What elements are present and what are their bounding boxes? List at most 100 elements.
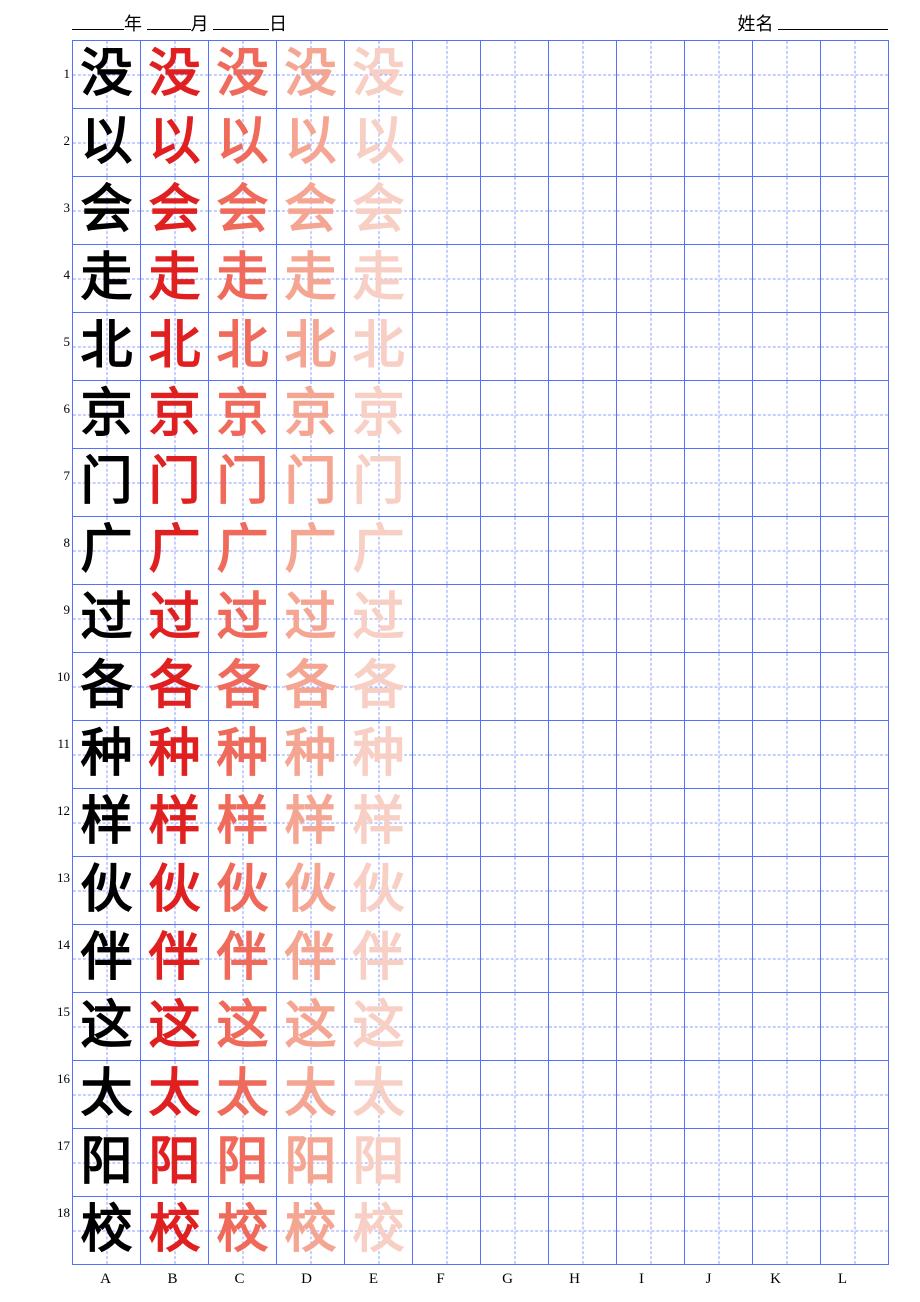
practice-cell[interactable] [617,449,685,517]
practice-cell[interactable] [413,721,481,789]
practice-cell[interactable] [549,721,617,789]
practice-cell[interactable] [549,789,617,857]
practice-cell[interactable] [481,245,549,313]
practice-cell[interactable] [413,1061,481,1129]
year-blank[interactable] [72,11,124,30]
practice-cell[interactable] [617,925,685,993]
practice-cell[interactable] [685,381,753,449]
practice-cell[interactable] [685,449,753,517]
practice-cell[interactable] [685,177,753,245]
practice-cell[interactable] [753,585,821,653]
practice-cell[interactable] [549,313,617,381]
practice-cell[interactable] [413,1197,481,1265]
practice-cell[interactable] [413,789,481,857]
practice-cell[interactable] [753,245,821,313]
practice-cell[interactable] [617,177,685,245]
practice-cell[interactable] [685,1061,753,1129]
practice-cell[interactable] [481,41,549,109]
practice-cell[interactable] [617,1129,685,1197]
practice-cell[interactable] [413,585,481,653]
practice-cell[interactable] [481,381,549,449]
practice-cell[interactable] [685,109,753,177]
practice-cell[interactable] [617,109,685,177]
practice-cell[interactable] [821,721,889,789]
practice-cell[interactable] [685,653,753,721]
practice-cell[interactable] [617,245,685,313]
practice-cell[interactable] [617,993,685,1061]
practice-cell[interactable] [685,789,753,857]
practice-cell[interactable] [413,245,481,313]
practice-cell[interactable] [549,585,617,653]
practice-cell[interactable] [753,109,821,177]
practice-cell[interactable] [413,993,481,1061]
practice-cell[interactable] [549,1061,617,1129]
practice-cell[interactable] [481,1129,549,1197]
practice-cell[interactable] [549,925,617,993]
practice-cell[interactable] [617,1197,685,1265]
practice-cell[interactable] [549,449,617,517]
practice-cell[interactable] [617,653,685,721]
name-blank[interactable] [778,11,888,30]
practice-cell[interactable] [481,925,549,993]
practice-cell[interactable] [481,109,549,177]
practice-cell[interactable] [481,177,549,245]
practice-cell[interactable] [617,789,685,857]
practice-cell[interactable] [753,993,821,1061]
practice-cell[interactable] [753,517,821,585]
practice-cell[interactable] [821,109,889,177]
practice-cell[interactable] [685,41,753,109]
practice-cell[interactable] [617,721,685,789]
practice-cell[interactable] [413,857,481,925]
practice-cell[interactable] [481,449,549,517]
practice-cell[interactable] [753,177,821,245]
practice-cell[interactable] [821,449,889,517]
practice-cell[interactable] [685,857,753,925]
practice-cell[interactable] [753,381,821,449]
practice-cell[interactable] [549,517,617,585]
practice-cell[interactable] [549,177,617,245]
practice-cell[interactable] [481,653,549,721]
practice-cell[interactable] [413,109,481,177]
practice-cell[interactable] [821,381,889,449]
practice-cell[interactable] [413,925,481,993]
practice-cell[interactable] [549,381,617,449]
practice-cell[interactable] [753,313,821,381]
practice-cell[interactable] [617,1061,685,1129]
practice-cell[interactable] [685,313,753,381]
practice-cell[interactable] [685,517,753,585]
practice-cell[interactable] [481,585,549,653]
practice-cell[interactable] [753,721,821,789]
practice-cell[interactable] [413,41,481,109]
practice-cell[interactable] [617,857,685,925]
practice-cell[interactable] [821,177,889,245]
practice-cell[interactable] [413,177,481,245]
practice-cell[interactable] [753,653,821,721]
practice-cell[interactable] [685,585,753,653]
practice-cell[interactable] [617,41,685,109]
practice-cell[interactable] [413,313,481,381]
practice-cell[interactable] [617,585,685,653]
practice-cell[interactable] [481,517,549,585]
practice-cell[interactable] [685,993,753,1061]
practice-cell[interactable] [481,313,549,381]
practice-cell[interactable] [753,1197,821,1265]
practice-cell[interactable] [685,925,753,993]
practice-cell[interactable] [821,1197,889,1265]
practice-cell[interactable] [821,41,889,109]
practice-cell[interactable] [617,381,685,449]
practice-cell[interactable] [413,449,481,517]
practice-cell[interactable] [549,857,617,925]
practice-cell[interactable] [481,857,549,925]
practice-cell[interactable] [821,1129,889,1197]
practice-cell[interactable] [549,41,617,109]
practice-cell[interactable] [821,1061,889,1129]
practice-cell[interactable] [549,1129,617,1197]
practice-cell[interactable] [685,721,753,789]
practice-cell[interactable] [753,449,821,517]
practice-cell[interactable] [821,925,889,993]
practice-cell[interactable] [481,993,549,1061]
practice-cell[interactable] [685,1129,753,1197]
practice-cell[interactable] [617,517,685,585]
practice-cell[interactable] [685,1197,753,1265]
practice-cell[interactable] [821,653,889,721]
